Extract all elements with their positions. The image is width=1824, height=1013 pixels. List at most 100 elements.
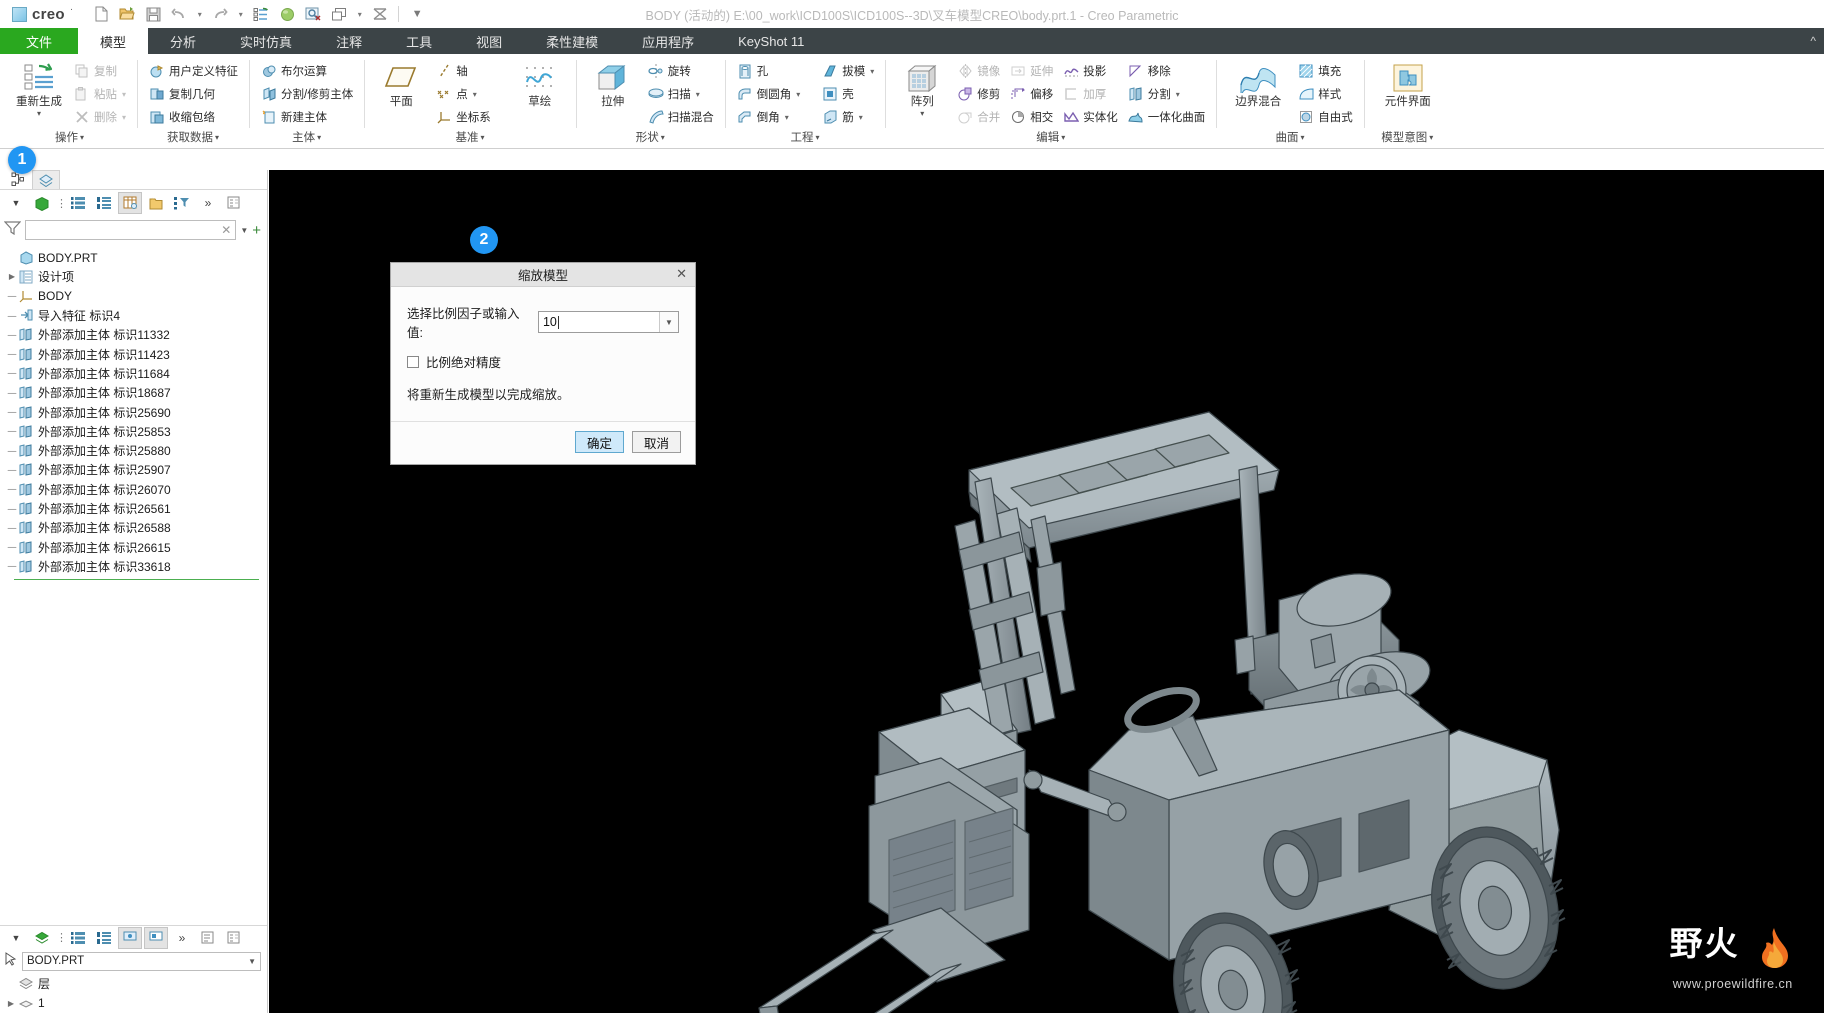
- layer-overflow-icon[interactable]: »: [170, 927, 194, 949]
- tree-item-external-body[interactable]: ─ 外部添加主体 标识11332: [6, 325, 267, 344]
- thicken-button[interactable]: 加厚: [1059, 83, 1122, 105]
- remove-button[interactable]: 移除: [1124, 60, 1210, 82]
- save-icon[interactable]: [141, 3, 165, 25]
- swept-blend-button[interactable]: 扫描混合: [644, 106, 718, 128]
- tree-folder-icon[interactable]: [144, 192, 168, 214]
- tab-file[interactable]: 文件: [0, 28, 79, 54]
- tab-keyshot[interactable]: KeyShot 11: [716, 28, 826, 54]
- sketch-button[interactable]: 草绘: [511, 59, 569, 109]
- regenerate-button[interactable]: 重新生成 ▾: [10, 59, 68, 118]
- tab-flexible-modeling[interactable]: 柔性建模: [524, 28, 620, 54]
- project-button[interactable]: 投影: [1059, 60, 1122, 82]
- regenerate-icon[interactable]: [249, 3, 273, 25]
- tree-item-external-body[interactable]: ─ 外部添加主体 标识11423: [6, 344, 267, 363]
- datum-axis-button[interactable]: 轴: [432, 60, 495, 82]
- chevron-down-icon[interactable]: ▼: [659, 312, 678, 332]
- tab-analysis[interactable]: 分析: [148, 28, 218, 54]
- tree-item-external-body[interactable]: ─ 外部添加主体 标识11684: [6, 364, 267, 383]
- coord-system-button[interactable]: 坐标系: [432, 106, 495, 128]
- split-surface-caret-icon[interactable]: ▾: [1176, 90, 1180, 99]
- chevron-down-icon[interactable]: ▼: [240, 226, 248, 235]
- clear-icon[interactable]: ✕: [221, 223, 231, 237]
- tree-filter-icon[interactable]: [170, 192, 194, 214]
- layer-columns-icon[interactable]: [92, 927, 116, 949]
- component-interface-button[interactable]: 元件界面: [1372, 59, 1444, 109]
- sweep-button[interactable]: 扫描 ▾: [644, 83, 718, 105]
- scale-model-dialog[interactable]: 缩放模型 ✕ 选择比例因子或输入值: 10 ▼ 比例绝对精度 将重新生成模型以完…: [390, 262, 696, 465]
- tab-view[interactable]: 视图: [454, 28, 524, 54]
- undo-icon[interactable]: [167, 3, 191, 25]
- round-button[interactable]: 倒圆角 ▾: [733, 83, 805, 105]
- datum-point-button[interactable]: 点 ▾: [432, 83, 495, 105]
- chevron-down-icon[interactable]: ▼: [248, 957, 256, 966]
- new-file-icon[interactable]: [89, 3, 113, 25]
- layer-tree-collapse-icon[interactable]: ▼: [4, 927, 28, 949]
- layer-settings-icon[interactable]: [196, 927, 220, 949]
- split-surface-button[interactable]: 分割 ▾: [1124, 83, 1210, 105]
- tree-settings-icon[interactable]: [118, 192, 142, 214]
- scale-factor-value[interactable]: 10: [539, 312, 659, 332]
- group-label-surfaces[interactable]: 曲面 ▾: [1216, 129, 1364, 148]
- tab-applications[interactable]: 应用程序: [620, 28, 716, 54]
- layer-menu-icon[interactable]: ⋮: [56, 931, 67, 944]
- qat-more-icon[interactable]: ▼: [405, 3, 429, 25]
- tree-expander[interactable]: ▶: [6, 272, 18, 281]
- solidify-button[interactable]: 实体化: [1059, 106, 1122, 128]
- shrinkwrap-button[interactable]: 收缩包络: [145, 106, 242, 128]
- delete-button[interactable]: 删除 ▾: [70, 106, 130, 128]
- tree-menu-icon[interactable]: ⋮: [56, 197, 67, 210]
- tree-item-external-body[interactable]: ─ 外部添加主体 标识26615: [6, 537, 267, 556]
- offset-button[interactable]: 偏移: [1006, 83, 1057, 105]
- chamfer-caret-icon[interactable]: ▾: [785, 113, 789, 122]
- open-file-icon[interactable]: [115, 3, 139, 25]
- tree-columns-icon[interactable]: [92, 192, 116, 214]
- layers-green-icon[interactable]: [30, 927, 54, 949]
- group-label-engineering[interactable]: 工程 ▾: [725, 129, 886, 148]
- shading-icon[interactable]: [275, 3, 299, 25]
- close-window-icon[interactable]: [368, 3, 392, 25]
- undo-dropdown-icon[interactable]: ▾: [193, 3, 206, 25]
- tree-properties-icon[interactable]: [222, 192, 246, 214]
- layer-isolate-icon[interactable]: [144, 926, 168, 949]
- trim-button[interactable]: 修剪: [953, 83, 1004, 105]
- intersect-button[interactable]: 相交: [1006, 106, 1057, 128]
- group-label-editing[interactable]: 编辑 ▾: [885, 129, 1216, 148]
- tab-annotate[interactable]: 注释: [314, 28, 384, 54]
- tab-model[interactable]: 模型: [78, 28, 149, 54]
- fill-button[interactable]: 填充: [1294, 60, 1357, 82]
- extrude-button[interactable]: 拉伸: [584, 59, 642, 109]
- group-label-get-data[interactable]: 获取数据 ▾: [137, 129, 249, 148]
- group-label-model-intent[interactable]: 模型意图 ▾: [1364, 129, 1451, 148]
- unified-surface-button[interactable]: 一体化曲面: [1124, 106, 1210, 128]
- layer-tree-tab[interactable]: [32, 170, 60, 189]
- sweep-caret-icon[interactable]: ▾: [696, 90, 700, 99]
- close-icon[interactable]: ✕: [676, 266, 687, 282]
- tree-item-external-body[interactable]: ─ 外部添加主体 标识26561: [6, 499, 267, 518]
- tree-item-external-body[interactable]: ─ 外部添加主体 标识25907: [6, 460, 267, 479]
- rib-button[interactable]: 筋 ▾: [818, 106, 878, 128]
- paste-button[interactable]: 粘贴 ▾: [70, 83, 130, 105]
- extend-button[interactable]: 延伸: [1006, 60, 1057, 82]
- style-button[interactable]: 样式: [1294, 83, 1357, 105]
- ribbon-collapse-icon[interactable]: ^: [1810, 28, 1824, 54]
- window-icon[interactable]: [327, 3, 351, 25]
- pattern-caret-icon[interactable]: ▾: [920, 109, 924, 118]
- paste-caret-icon[interactable]: ▾: [122, 90, 126, 99]
- datum-point-caret-icon[interactable]: ▾: [473, 90, 477, 99]
- udf-button[interactable]: 用户定义特征: [145, 60, 242, 82]
- tree-item-external-body[interactable]: ─ 外部添加主体 标识26588: [6, 518, 267, 537]
- tree-item-body-csys[interactable]: ─ BODY: [6, 287, 267, 306]
- merge-button[interactable]: 合并: [953, 106, 1004, 128]
- plus-icon[interactable]: +: [252, 223, 261, 238]
- redo-dropdown-icon[interactable]: ▾: [234, 3, 247, 25]
- delete-caret-icon[interactable]: ▾: [122, 113, 126, 122]
- tab-live-sim[interactable]: 实时仿真: [218, 28, 314, 54]
- tree-item-external-body[interactable]: ─ 外部添加主体 标识25690: [6, 402, 267, 421]
- search-input[interactable]: ✕: [25, 220, 237, 240]
- ok-button[interactable]: 确定: [574, 431, 624, 453]
- boolean-button[interactable]: 布尔运算: [257, 60, 357, 82]
- tree-overflow-icon[interactable]: »: [196, 192, 220, 214]
- tree-item-external-body[interactable]: ─ 外部添加主体 标识33618: [6, 557, 267, 576]
- tree-item-part[interactable]: BODY.PRT: [6, 248, 267, 267]
- tree-item-external-body[interactable]: ─ 外部添加主体 标识25853: [6, 422, 267, 441]
